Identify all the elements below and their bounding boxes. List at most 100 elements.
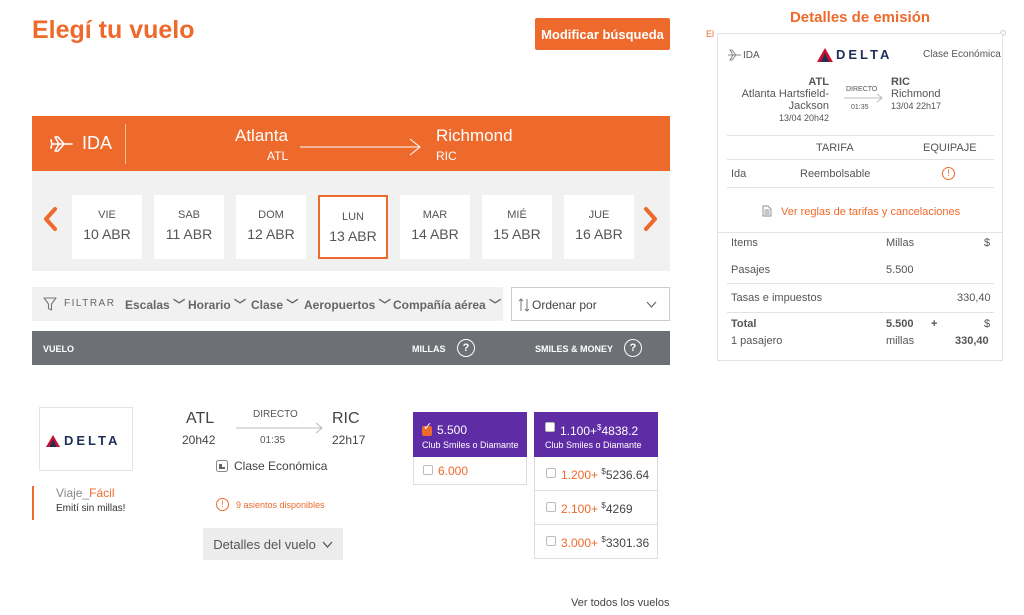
date-card[interactable]: VIE 10 ABR (72, 195, 142, 259)
plus-sign: + (931, 318, 938, 330)
money-option-note: Club Smiles o Diamante (545, 440, 642, 450)
date-weekday: DOM (258, 209, 284, 221)
modify-search-button[interactable]: Modificar búsqueda (535, 18, 670, 50)
promo-subtitle: Emití sin millas! (56, 503, 126, 514)
total-miles: 5.500 (886, 318, 914, 330)
check-icon: ✓ (423, 421, 433, 433)
chevron-left-icon[interactable] (40, 204, 60, 234)
miles-option-value: 5.500 (437, 423, 468, 437)
checkbox[interactable] (546, 468, 556, 478)
money-option[interactable]: 1.200+ $5236.64 (534, 457, 658, 491)
emission-details-panel: IDA DELTA Clase Económica ATL Atlanta Ha… (717, 33, 1003, 361)
page-title: Elegí tu vuelo (32, 16, 195, 44)
baggage-alert-icon[interactable]: ! (942, 167, 955, 180)
money-option-miles: 1.200+ (561, 468, 599, 482)
line-item-money: 330,40 (957, 292, 991, 304)
line-item-miles: 5.500 (886, 264, 914, 276)
filter-label: FILTRAR (64, 298, 116, 309)
destination-city: Richmond (436, 126, 513, 145)
money-option[interactable]: 2.100+ $4269 (534, 491, 658, 525)
fare-rules-link[interactable]: Ver reglas de tarifas y cancelaciones (781, 206, 960, 218)
plane-icon (50, 136, 73, 152)
money-option-miles: 2.100+ (561, 502, 599, 516)
seat-icon (216, 460, 228, 472)
panel-airline: DELTA (836, 47, 893, 62)
chevron-down-icon: ﹀ (286, 298, 299, 312)
date-weekday: LUN (341, 211, 364, 223)
column-flight: VUELO (43, 344, 75, 354)
miles-option-value: 6.000 (438, 464, 469, 478)
money-option-miles: 1.100+ (560, 424, 598, 438)
sort-icon (518, 298, 530, 312)
date-weekday: SAB (177, 209, 200, 221)
date-weekday: VIE (98, 209, 116, 221)
route-arrow-icon (844, 93, 883, 103)
filter-schedule-dropdown[interactable]: Horario ﹀ (188, 296, 246, 313)
help-icon[interactable]: ? (624, 339, 642, 357)
panel-origin: ATL Atlanta Hartsfield- Jackson 13/04 20… (728, 76, 829, 124)
filter-airports-label: Aeropuertos (304, 298, 376, 312)
panel-duration: 01:35 (851, 104, 869, 111)
miles-option[interactable]: 6.000 (413, 457, 527, 485)
sort-select[interactable]: Ordenar por (511, 287, 670, 321)
checkbox[interactable] (545, 422, 555, 432)
chevron-down-icon: ﹀ (234, 298, 247, 312)
filter-icon (43, 297, 57, 311)
date-card[interactable]: DOM 12 ABR (236, 195, 306, 259)
date-card-selected[interactable]: LUN 13 ABR (318, 195, 388, 259)
filter-stops-dropdown[interactable]: Escalas ﹀ (125, 296, 185, 313)
divider (718, 232, 1002, 233)
filter-class-label: Clase (251, 298, 284, 312)
date-day: 11 ABR (165, 226, 213, 242)
fare-header: TARIFA (816, 142, 854, 154)
date-card[interactable]: JUE 16 ABR (564, 195, 634, 259)
chevron-down-icon (322, 541, 333, 548)
panel-destination-code: RIC (891, 76, 910, 88)
fare-leg: Ida (731, 168, 747, 180)
filter-airports-dropdown[interactable]: Aeropuertos ﹀ (304, 296, 391, 313)
panel-edge-text: El (706, 29, 715, 39)
panel-origin-name: Atlanta Hartsfield- (741, 88, 829, 100)
sort-label: Ordenar por (532, 298, 597, 312)
date-day: 15 ABR (493, 226, 541, 242)
airline-logo: DELTA (39, 407, 133, 471)
date-card[interactable]: MIÉ 15 ABR (482, 195, 552, 259)
date-card[interactable]: MAR 14 ABR (400, 195, 470, 259)
money-option-value: 1.100+$4838.2 (560, 423, 638, 438)
baggage-header: EQUIPAJE (923, 142, 977, 154)
flight-details-button[interactable]: Detalles del vuelo (203, 528, 343, 560)
date-day: 14 ABR (411, 226, 459, 242)
chevron-right-icon[interactable] (641, 204, 661, 234)
money-option-value: 2.100+ $4269 (561, 501, 633, 516)
money-option-amount: 3301.36 (605, 536, 650, 550)
filter-airline-dropdown[interactable]: Compañía aérea ﹀ (393, 296, 501, 313)
view-all-flights-link[interactable]: Ver todos los vuelos (571, 597, 669, 609)
miles-header: Millas (886, 237, 915, 249)
chevron-down-icon (646, 301, 657, 308)
panel-destination-date: 13/04 22h17 (891, 101, 942, 111)
route-banner: IDA Atlanta ATL Richmond RIC (32, 116, 670, 171)
help-icon[interactable]: ? (457, 339, 475, 357)
checkbox[interactable] (423, 465, 433, 475)
panel-origin-date: 13/04 20h42 (778, 113, 829, 123)
date-day: 16 ABR (575, 226, 623, 242)
money-option-miles: 3.000+ (561, 536, 599, 550)
banner-divider (125, 124, 126, 164)
origin-city: Atlanta (235, 126, 288, 145)
checkbox[interactable] (546, 502, 556, 512)
checkbox[interactable] (546, 536, 556, 546)
viaje-facil-promo[interactable]: Viaje_Fácil Emití sin millas! (32, 486, 125, 520)
money-option-amount: 4838.2 (601, 424, 639, 438)
date-day: 12 ABR (247, 226, 295, 242)
filter-class-dropdown[interactable]: Clase ﹀ (251, 296, 298, 313)
money-option[interactable]: 3.000+ $3301.36 (534, 525, 658, 559)
filter-stops-label: Escalas (125, 298, 170, 312)
divider (727, 135, 994, 136)
promo-title-b: Fácil (89, 486, 115, 500)
date-card[interactable]: SAB 11 ABR (154, 195, 224, 259)
money-option-header[interactable]: 1.100+$4838.2 Club Smiles o Diamante (534, 412, 658, 457)
panel-cabin: Clase Económica (923, 49, 1001, 60)
money-option-value: 1.200+ $5236.64 (561, 467, 649, 482)
miles-option-selected[interactable]: ✓ 5.500 Club Smiles o Diamante (413, 412, 527, 457)
flight-duration: 01:35 (260, 435, 286, 446)
